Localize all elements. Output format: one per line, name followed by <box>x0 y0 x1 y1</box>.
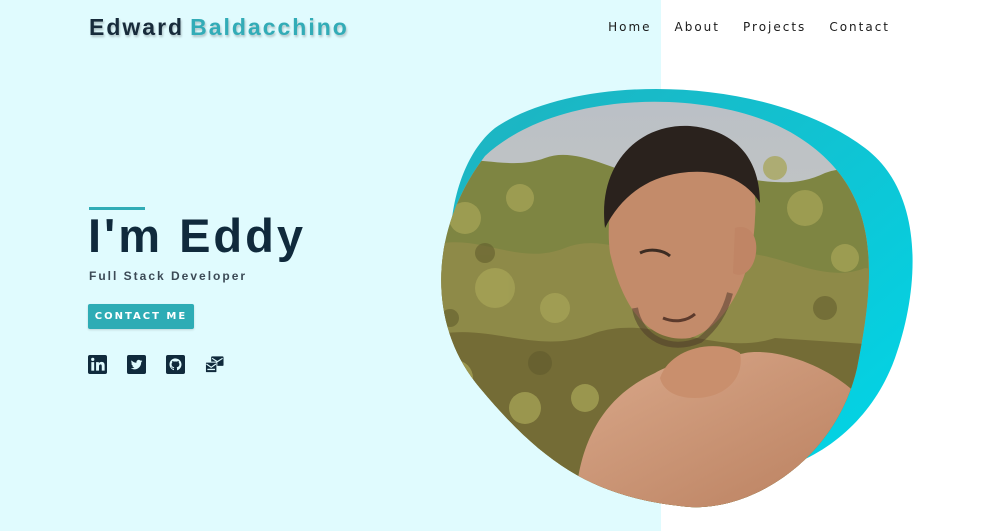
linkedin-icon <box>88 355 107 374</box>
twitter-icon <box>127 355 146 374</box>
logo-last-name: Baldacchino <box>190 14 349 40</box>
twitter-link[interactable] <box>127 355 146 374</box>
linkedin-link[interactable] <box>88 355 107 374</box>
nav-contact[interactable]: Contact <box>829 20 890 34</box>
logo-first-name: Edward <box>89 14 185 40</box>
nav-projects[interactable]: Projects <box>743 20 806 34</box>
profile-photo-blob <box>441 88 913 508</box>
github-link[interactable] <box>166 355 185 374</box>
mail-link[interactable] <box>205 355 224 374</box>
main-nav: Home About Projects Contact <box>608 20 890 34</box>
site-logo[interactable]: Edward Baldacchino <box>89 14 349 41</box>
mail-bulk-icon <box>205 356 224 374</box>
contact-me-button[interactable]: CONTACT ME <box>88 304 194 329</box>
nav-about[interactable]: About <box>675 20 720 34</box>
hero-title: I'm Eddy <box>88 209 306 262</box>
nav-home[interactable]: Home <box>608 20 651 34</box>
github-icon <box>166 355 185 374</box>
hero-subtitle: Full Stack Developer <box>89 269 248 283</box>
social-links <box>88 355 224 374</box>
